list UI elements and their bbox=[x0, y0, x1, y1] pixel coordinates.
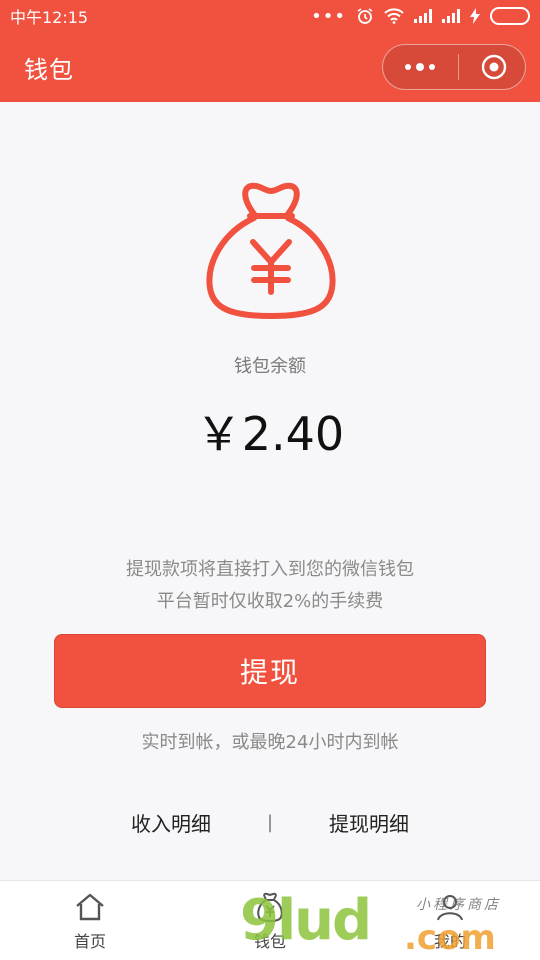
links-separator: | bbox=[266, 812, 274, 833]
tab-wallet[interactable]: 钱包 bbox=[180, 881, 360, 960]
arrival-note: 实时到帐，或最晚24小时内到帐 bbox=[141, 732, 399, 753]
tab-mine-label: 我的 bbox=[433, 931, 466, 951]
alarm-icon bbox=[356, 7, 374, 25]
withdraw-button[interactable]: 提现 bbox=[54, 634, 486, 708]
charging-icon bbox=[470, 8, 480, 24]
more-dot bbox=[416, 63, 424, 71]
signal-icon-2 bbox=[442, 9, 460, 23]
income-detail-link[interactable]: 收入明细 bbox=[82, 808, 260, 837]
page-title: 钱包 bbox=[24, 55, 74, 84]
detail-links: 收入明细 | 提现明细 bbox=[0, 808, 540, 837]
target-icon bbox=[481, 54, 507, 80]
wallet-icon bbox=[253, 890, 287, 924]
user-icon bbox=[433, 890, 467, 924]
more-dot bbox=[405, 64, 411, 70]
wallet-content: 钱包余额 ￥2.40 提现款项将直接打入到您的微信钱包 平台暂时仅收取2%的手续… bbox=[0, 102, 540, 880]
withdraw-detail-link[interactable]: 提现明细 bbox=[280, 808, 458, 837]
tab-wallet-label: 钱包 bbox=[253, 931, 286, 951]
balance-amount: ￥2.40 bbox=[195, 407, 345, 461]
withdraw-notice: 提现款项将直接打入到您的微信钱包 平台暂时仅收取2%的手续费 bbox=[0, 554, 540, 618]
more-dot bbox=[429, 64, 435, 70]
battery-icon bbox=[490, 7, 530, 25]
tab-mine[interactable]: 我的 bbox=[360, 881, 540, 960]
signal-icon bbox=[414, 9, 432, 23]
tab-home-label: 首页 bbox=[73, 931, 106, 951]
capsule-divider bbox=[457, 54, 459, 80]
notice-line-2: 平台暂时仅收取2%的手续费 bbox=[156, 591, 384, 612]
status-right: ••• bbox=[311, 6, 530, 27]
wifi-icon bbox=[384, 8, 404, 24]
title-bar: 钱包 bbox=[0, 32, 540, 102]
balance-label: 钱包余额 bbox=[234, 356, 306, 377]
more-button[interactable] bbox=[405, 63, 435, 71]
close-button[interactable] bbox=[481, 54, 507, 80]
status-bar: 中午12:15 ••• bbox=[0, 0, 540, 32]
miniprogram-capsule bbox=[382, 44, 526, 90]
notice-line-1: 提现款项将直接打入到您的微信钱包 bbox=[126, 559, 414, 580]
status-dots: ••• bbox=[311, 5, 346, 27]
money-bag-icon bbox=[198, 176, 344, 322]
tab-bar: 首页 钱包 我的 bbox=[0, 880, 540, 960]
status-time: 中午12:15 bbox=[10, 8, 89, 27]
status-left: 中午12:15 bbox=[10, 4, 88, 28]
home-icon bbox=[73, 890, 107, 924]
tab-home[interactable]: 首页 bbox=[0, 881, 180, 960]
